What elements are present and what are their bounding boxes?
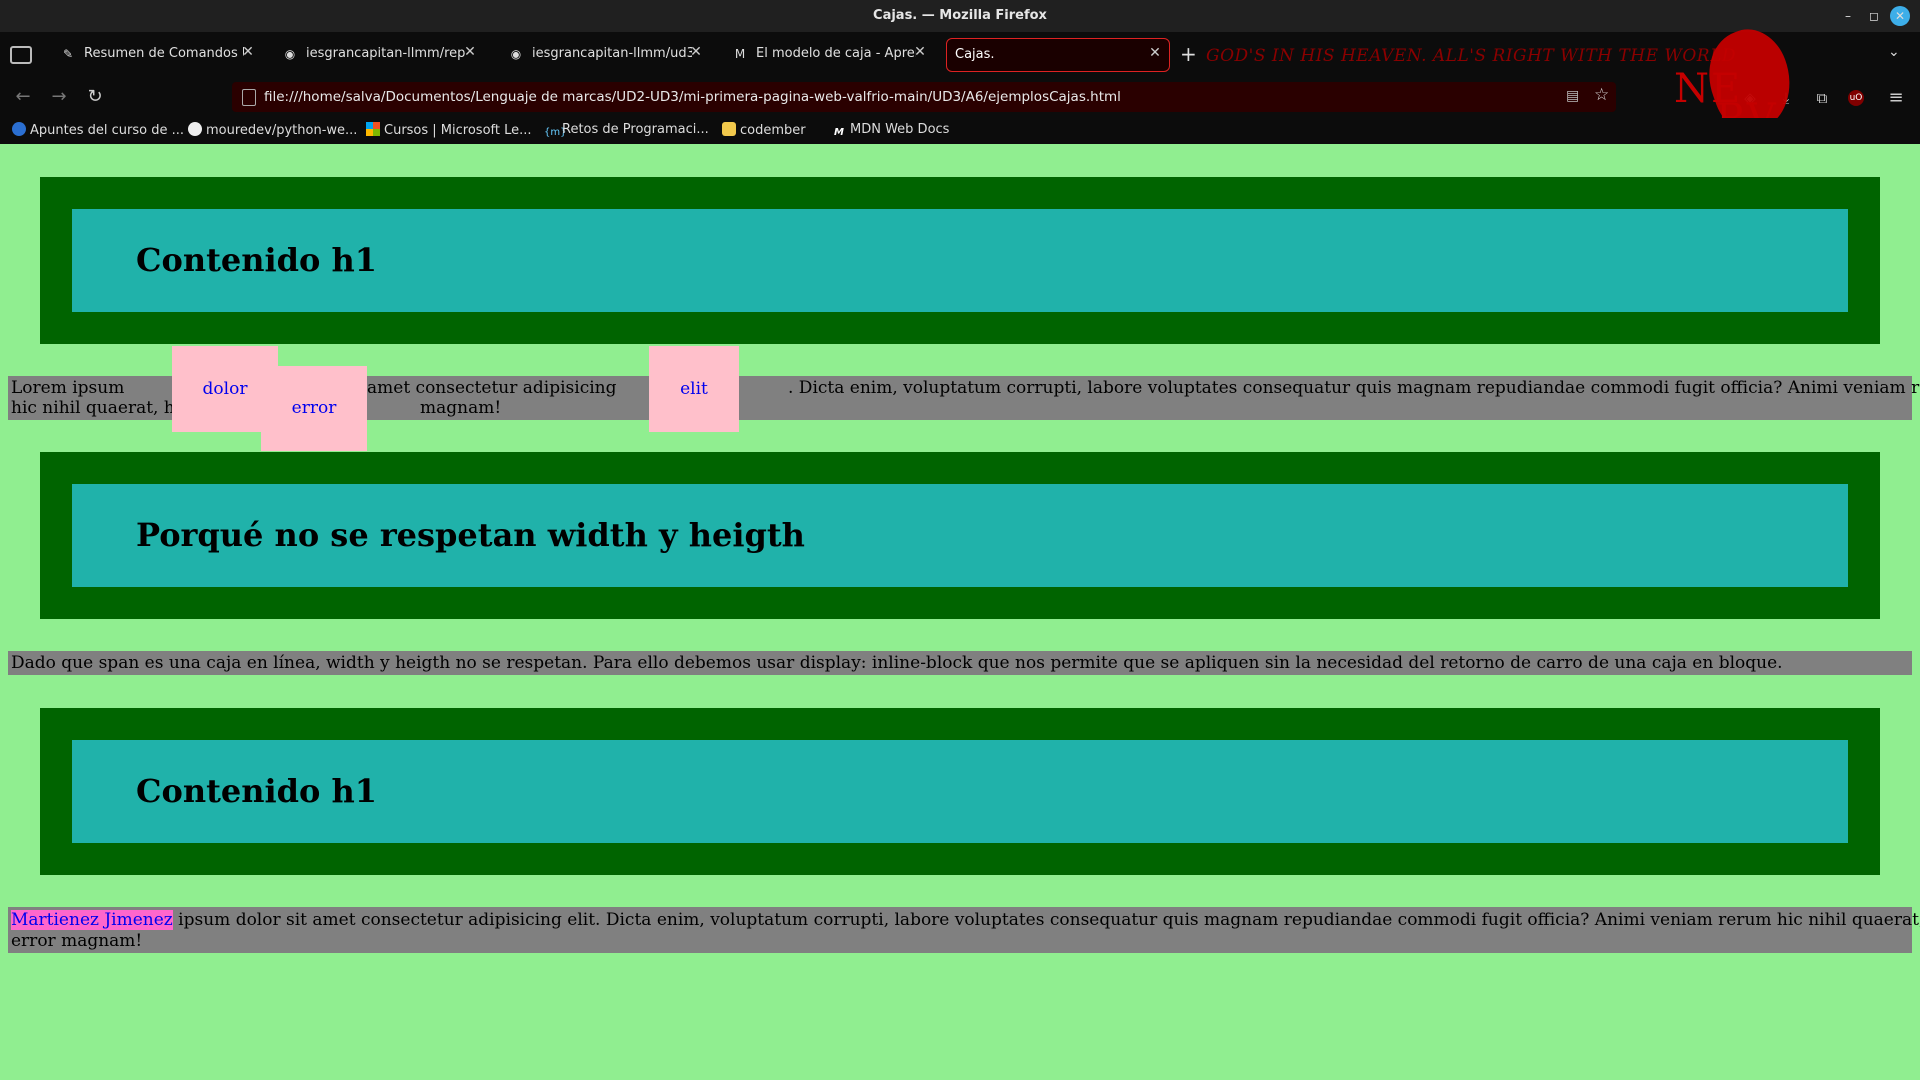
tab-github-ud3[interactable]: ◉ iesgrancapitan-llmm/ud3-a ✕ bbox=[500, 38, 710, 70]
tab-cajas-active[interactable]: Cajas. ✕ bbox=[946, 38, 1170, 72]
close-tab-icon[interactable]: ✕ bbox=[240, 44, 256, 62]
bookmark-label: Apuntes del curso de ... bbox=[30, 123, 184, 138]
bookmark-label: MDN Web Docs bbox=[850, 122, 950, 137]
bookmark-label: Retos de Programaci... bbox=[562, 122, 709, 137]
span-elit: elit bbox=[649, 346, 739, 432]
paragraph-text: magnam! bbox=[420, 398, 502, 418]
paragraph-text: ipsum dolor sit amet consectetur adipisi… bbox=[178, 910, 1920, 930]
paragraph-text: Lorem ipsum bbox=[11, 378, 125, 398]
tab-label: El modelo de caja - Aprende bbox=[756, 46, 916, 61]
navigation-toolbar: ← → ↻ file:///home/salva/Documentos/Leng… bbox=[0, 76, 1920, 118]
hamburger-menu-icon[interactable]: ≡ bbox=[1886, 88, 1906, 108]
forward-button[interactable]: → bbox=[48, 86, 70, 108]
braces-icon: {m} bbox=[544, 127, 567, 138]
heading-inner-box: Contenido h1 bbox=[72, 209, 1848, 312]
new-tab-button[interactable]: + bbox=[1180, 42, 1197, 66]
name-paragraph: Martienez Jimenez ipsum dolor sit amet c… bbox=[8, 907, 1920, 953]
tab-label: Cajas. bbox=[955, 47, 995, 62]
page-heading: Contenido h1 bbox=[136, 772, 378, 810]
page-heading: Contenido h1 bbox=[136, 241, 378, 279]
mdn-icon: M bbox=[734, 47, 746, 61]
heading-inner-box: Contenido h1 bbox=[72, 740, 1848, 843]
bookmark-microsoft-learn[interactable]: Cursos | Microsoft Le... bbox=[366, 122, 532, 138]
reload-button[interactable]: ↻ bbox=[84, 86, 106, 108]
explanation-paragraph: Dado que span es una caja en línea, widt… bbox=[8, 651, 1912, 675]
tab-mdn-modelo-caja[interactable]: M El modelo de caja - Aprende ✕ bbox=[724, 38, 934, 70]
bookmarks-toolbar: Apuntes del curso de ... mouredev/python… bbox=[0, 118, 1920, 144]
heading-outer-box: Contenido h1 bbox=[40, 177, 1880, 344]
maximize-button[interactable]: ◻ bbox=[1864, 6, 1884, 26]
list-all-tabs-icon[interactable]: ⌄ bbox=[1888, 44, 1900, 60]
tab-favicon-icon: ✎ bbox=[62, 47, 74, 61]
paragraph-text: Dado que span es una caja en línea, widt… bbox=[11, 653, 1783, 673]
bookmark-star-icon[interactable]: ☆ bbox=[1594, 85, 1609, 105]
minimize-button[interactable]: – bbox=[1838, 6, 1858, 26]
globe-icon bbox=[12, 122, 26, 136]
window-titlebar: Cajas. — Mozilla Firefox – ◻ ✕ bbox=[0, 0, 1920, 32]
span-name: Martienez Jimenez bbox=[11, 910, 173, 930]
tab-label: iesgrancapitan-llmm/ud3-a bbox=[532, 46, 692, 61]
close-tab-icon[interactable]: ✕ bbox=[912, 44, 928, 62]
close-tab-icon[interactable]: ✕ bbox=[462, 44, 478, 62]
bookmark-codember[interactable]: codember bbox=[722, 122, 806, 138]
heading-outer-box: Porqué no se respetan width y heigth bbox=[40, 452, 1880, 619]
heading-inner-box: Porqué no se respetan width y heigth bbox=[72, 484, 1848, 587]
bookmark-mdn[interactable]: M MDN Web Docs bbox=[832, 122, 949, 140]
page-viewport: Contenido h1 Lorem ipsum amet consectetu… bbox=[0, 144, 1920, 1080]
codember-icon bbox=[722, 122, 736, 136]
tab-resumen-comandos[interactable]: ✎ Resumen de Comandos UNIX ✕ bbox=[52, 38, 262, 70]
close-tab-icon[interactable]: ✕ bbox=[688, 44, 704, 62]
github-icon: ◉ bbox=[284, 47, 296, 61]
span-error: error bbox=[261, 366, 367, 451]
tab-github-repaso[interactable]: ◉ iesgrancapitan-llmm/repaso ✕ bbox=[274, 38, 484, 70]
paragraph-line: Martienez Jimenez ipsum dolor sit amet c… bbox=[11, 910, 1920, 930]
bookmark-apuntes[interactable]: Apuntes del curso de ... bbox=[12, 122, 184, 138]
paragraph-text: amet consectetur adipisicing bbox=[367, 378, 617, 398]
tab-label: iesgrancapitan-llmm/repaso bbox=[306, 46, 466, 61]
url-text[interactable]: file:///home/salva/Documentos/Lenguaje d… bbox=[264, 89, 1121, 105]
close-window-button[interactable]: ✕ bbox=[1890, 6, 1910, 26]
bookmark-mouredev[interactable]: mouredev/python-we... bbox=[188, 122, 357, 138]
bookmark-label: mouredev/python-we... bbox=[206, 123, 358, 138]
paragraph-text: error magnam! bbox=[11, 931, 143, 951]
paragraph-text: . Dicta enim, voluptatum corrupti, labor… bbox=[788, 378, 1920, 398]
microsoft-icon bbox=[366, 122, 380, 136]
bookmark-label: Cursos | Microsoft Le... bbox=[384, 123, 532, 138]
ublock-icon[interactable]: uO bbox=[1848, 90, 1864, 106]
bookmark-retos[interactable]: {m}Retos de Programaci... bbox=[544, 122, 709, 140]
tab-label: Resumen de Comandos UNIX bbox=[84, 46, 244, 61]
close-tab-icon[interactable]: ✕ bbox=[1147, 45, 1163, 63]
page-icon bbox=[242, 89, 256, 106]
url-bar[interactable]: file:///home/salva/Documentos/Lenguaje d… bbox=[232, 82, 1616, 112]
heading-outer-box: Contenido h1 bbox=[40, 708, 1880, 875]
github-icon bbox=[188, 122, 202, 136]
extensions-icon[interactable]: ⧉ bbox=[1812, 88, 1832, 108]
reader-view-icon[interactable]: ▤ bbox=[1566, 88, 1579, 104]
tab-list-icon[interactable] bbox=[10, 46, 32, 64]
tab-bar: ✎ Resumen de Comandos UNIX ✕ ◉ iesgranca… bbox=[0, 32, 1920, 76]
github-icon: ◉ bbox=[510, 47, 522, 61]
mdn-icon: M bbox=[834, 127, 844, 138]
theme-banner-text: GOD'S IN HIS HEAVEN. ALL'S RIGHT WITH TH… bbox=[1206, 46, 1737, 66]
page-heading: Porqué no se respetan width y heigth bbox=[136, 516, 805, 554]
back-button[interactable]: ← bbox=[12, 86, 34, 108]
bookmark-label: codember bbox=[740, 123, 806, 138]
window-title: Cajas. — Mozilla Firefox bbox=[873, 8, 1047, 23]
